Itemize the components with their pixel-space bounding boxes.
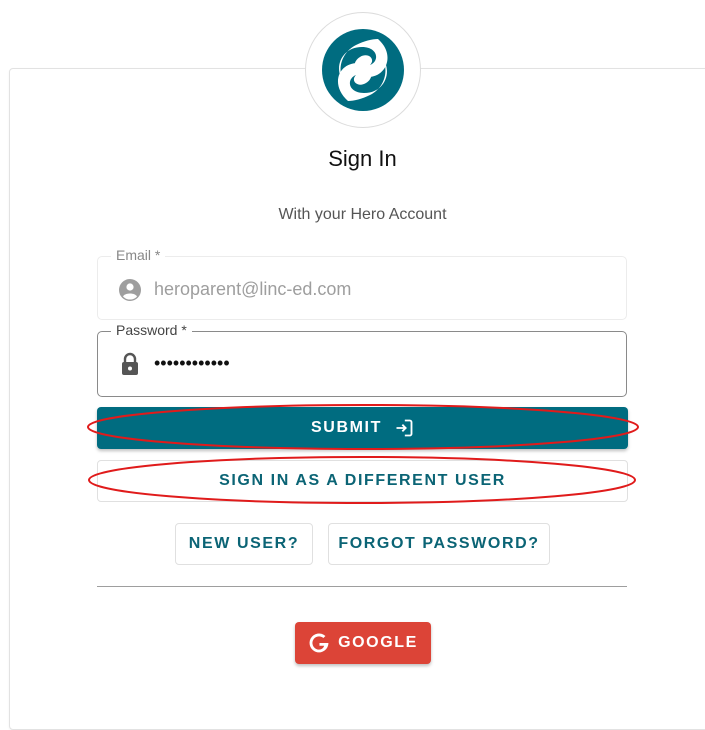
email-label: Email *: [111, 247, 166, 263]
new-user-button[interactable]: NEW USER?: [175, 523, 313, 565]
sign-in-different-user-button[interactable]: SIGN IN AS A DIFFERENT USER: [97, 460, 628, 502]
google-icon: [309, 633, 329, 653]
submit-button[interactable]: SUBMIT: [97, 407, 628, 449]
hero-logo-icon: [322, 29, 404, 111]
password-field[interactable]: Password * ••••••••••••: [97, 322, 627, 397]
google-label: GOOGLE: [338, 634, 418, 651]
google-sign-in-button[interactable]: GOOGLE: [295, 622, 431, 664]
submit-label: SUBMIT: [311, 419, 382, 436]
page-subtitle: With your Hero Account: [278, 206, 447, 223]
forgot-password-button[interactable]: FORGOT PASSWORD?: [328, 523, 550, 565]
logo: [305, 12, 421, 128]
password-value: ••••••••••••: [154, 353, 230, 373]
login-icon: [396, 419, 413, 437]
email-field[interactable]: Email * heroparent@linc-ed.com: [97, 247, 627, 320]
page-title: Sign In: [328, 146, 397, 171]
lock-icon: [122, 352, 138, 375]
password-label: Password *: [111, 322, 192, 338]
account-circle-icon: [119, 279, 141, 301]
email-value: heroparent@linc-ed.com: [154, 279, 352, 299]
divider: [97, 586, 627, 587]
